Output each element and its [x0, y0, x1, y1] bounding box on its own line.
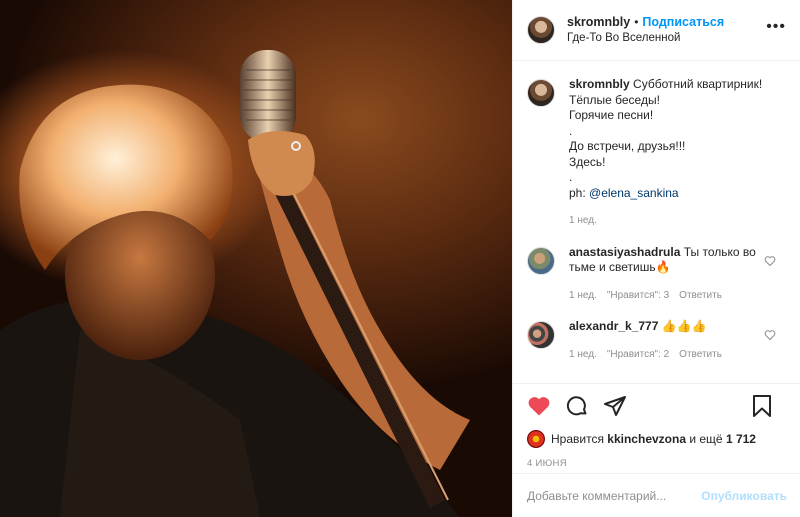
- post-header: skromnbly • Подписаться Где-То Во Вселен…: [513, 0, 800, 61]
- photo-illustration: [0, 50, 470, 517]
- caption-line: Горячие песни!: [569, 108, 654, 122]
- more-icon[interactable]: •••: [766, 19, 786, 35]
- bookmark-icon[interactable]: [751, 394, 773, 418]
- caption-username[interactable]: skromnbly: [569, 77, 630, 91]
- author-avatar[interactable]: [527, 16, 555, 44]
- comment-icon[interactable]: [565, 394, 589, 418]
- comment-username[interactable]: alexandr_k_777: [569, 319, 658, 333]
- heart-icon[interactable]: [527, 394, 551, 418]
- reply-button[interactable]: Ответить: [679, 347, 722, 363]
- post-location[interactable]: Где-То Во Вселенной: [567, 30, 724, 46]
- credit-prefix: ph:: [569, 185, 590, 200]
- likes-prefix: Нравится: [551, 432, 604, 446]
- caption-line: .: [569, 170, 573, 184]
- separator-dot: •: [634, 15, 639, 29]
- comment-input[interactable]: [527, 488, 702, 503]
- caption-line: .: [569, 123, 573, 138]
- comment-time[interactable]: 1 нед.: [569, 347, 597, 363]
- share-icon[interactable]: [603, 394, 627, 418]
- post-sidebar: skromnbly • Подписаться Где-То Во Вселен…: [512, 0, 800, 517]
- comment-username[interactable]: anastasiyashadrula: [569, 245, 680, 259]
- likes-suffix: и ещё: [689, 432, 723, 446]
- comments-list[interactable]: skromnbly Субботний квартирник! Тёплые б…: [513, 61, 800, 383]
- publish-button[interactable]: Опубликовать: [701, 489, 787, 503]
- caption-line: До встречи, друзья!!!: [569, 139, 686, 153]
- comment-time[interactable]: 1 нед.: [569, 288, 597, 304]
- comment-heart-icon[interactable]: [764, 255, 776, 267]
- reply-button[interactable]: Ответить: [679, 288, 722, 304]
- caption-line: Тёплые беседы!: [569, 92, 660, 107]
- post-date[interactable]: 4 ИЮНЯ: [527, 458, 787, 469]
- commenter-avatar[interactable]: [527, 321, 555, 349]
- caption: skromnbly Субботний квартирник! Тёплые б…: [527, 77, 786, 229]
- commenter-avatar[interactable]: [527, 246, 555, 275]
- comment-heart-icon[interactable]: [764, 329, 776, 341]
- caption-line: Субботний квартирник!: [633, 77, 763, 91]
- caption-time[interactable]: 1 нед.: [569, 213, 597, 229]
- follow-button[interactable]: Подписаться: [642, 14, 724, 30]
- mention-link[interactable]: @elena_sankina: [589, 186, 679, 200]
- caption-avatar[interactable]: [527, 79, 555, 107]
- add-comment-bar: Опубликовать: [513, 473, 800, 517]
- post-actions: Нравится kkinchevzona и ещё 1 712 4 ИЮНЯ: [513, 383, 800, 469]
- comment-text: 👍👍👍: [661, 319, 707, 333]
- caption-line: Здесь!: [569, 154, 606, 169]
- comment: alexandr_k_777 👍👍👍 1 нед. "Нравится": 2 …: [527, 319, 786, 362]
- comment: anastasiyashadrula Ты только во тьме и с…: [527, 245, 786, 304]
- liker-username[interactable]: kkinchevzona: [607, 432, 686, 446]
- post-photo[interactable]: [0, 0, 512, 517]
- liker-avatar[interactable]: [527, 430, 545, 448]
- likes-count[interactable]: 1 712: [726, 432, 756, 446]
- likes-summary[interactable]: Нравится kkinchevzona и ещё 1 712: [527, 430, 787, 448]
- comment-likes[interactable]: "Нравится": 2: [607, 347, 669, 363]
- comment-likes[interactable]: "Нравится": 3: [607, 288, 669, 304]
- author-username[interactable]: skromnbly: [567, 14, 630, 30]
